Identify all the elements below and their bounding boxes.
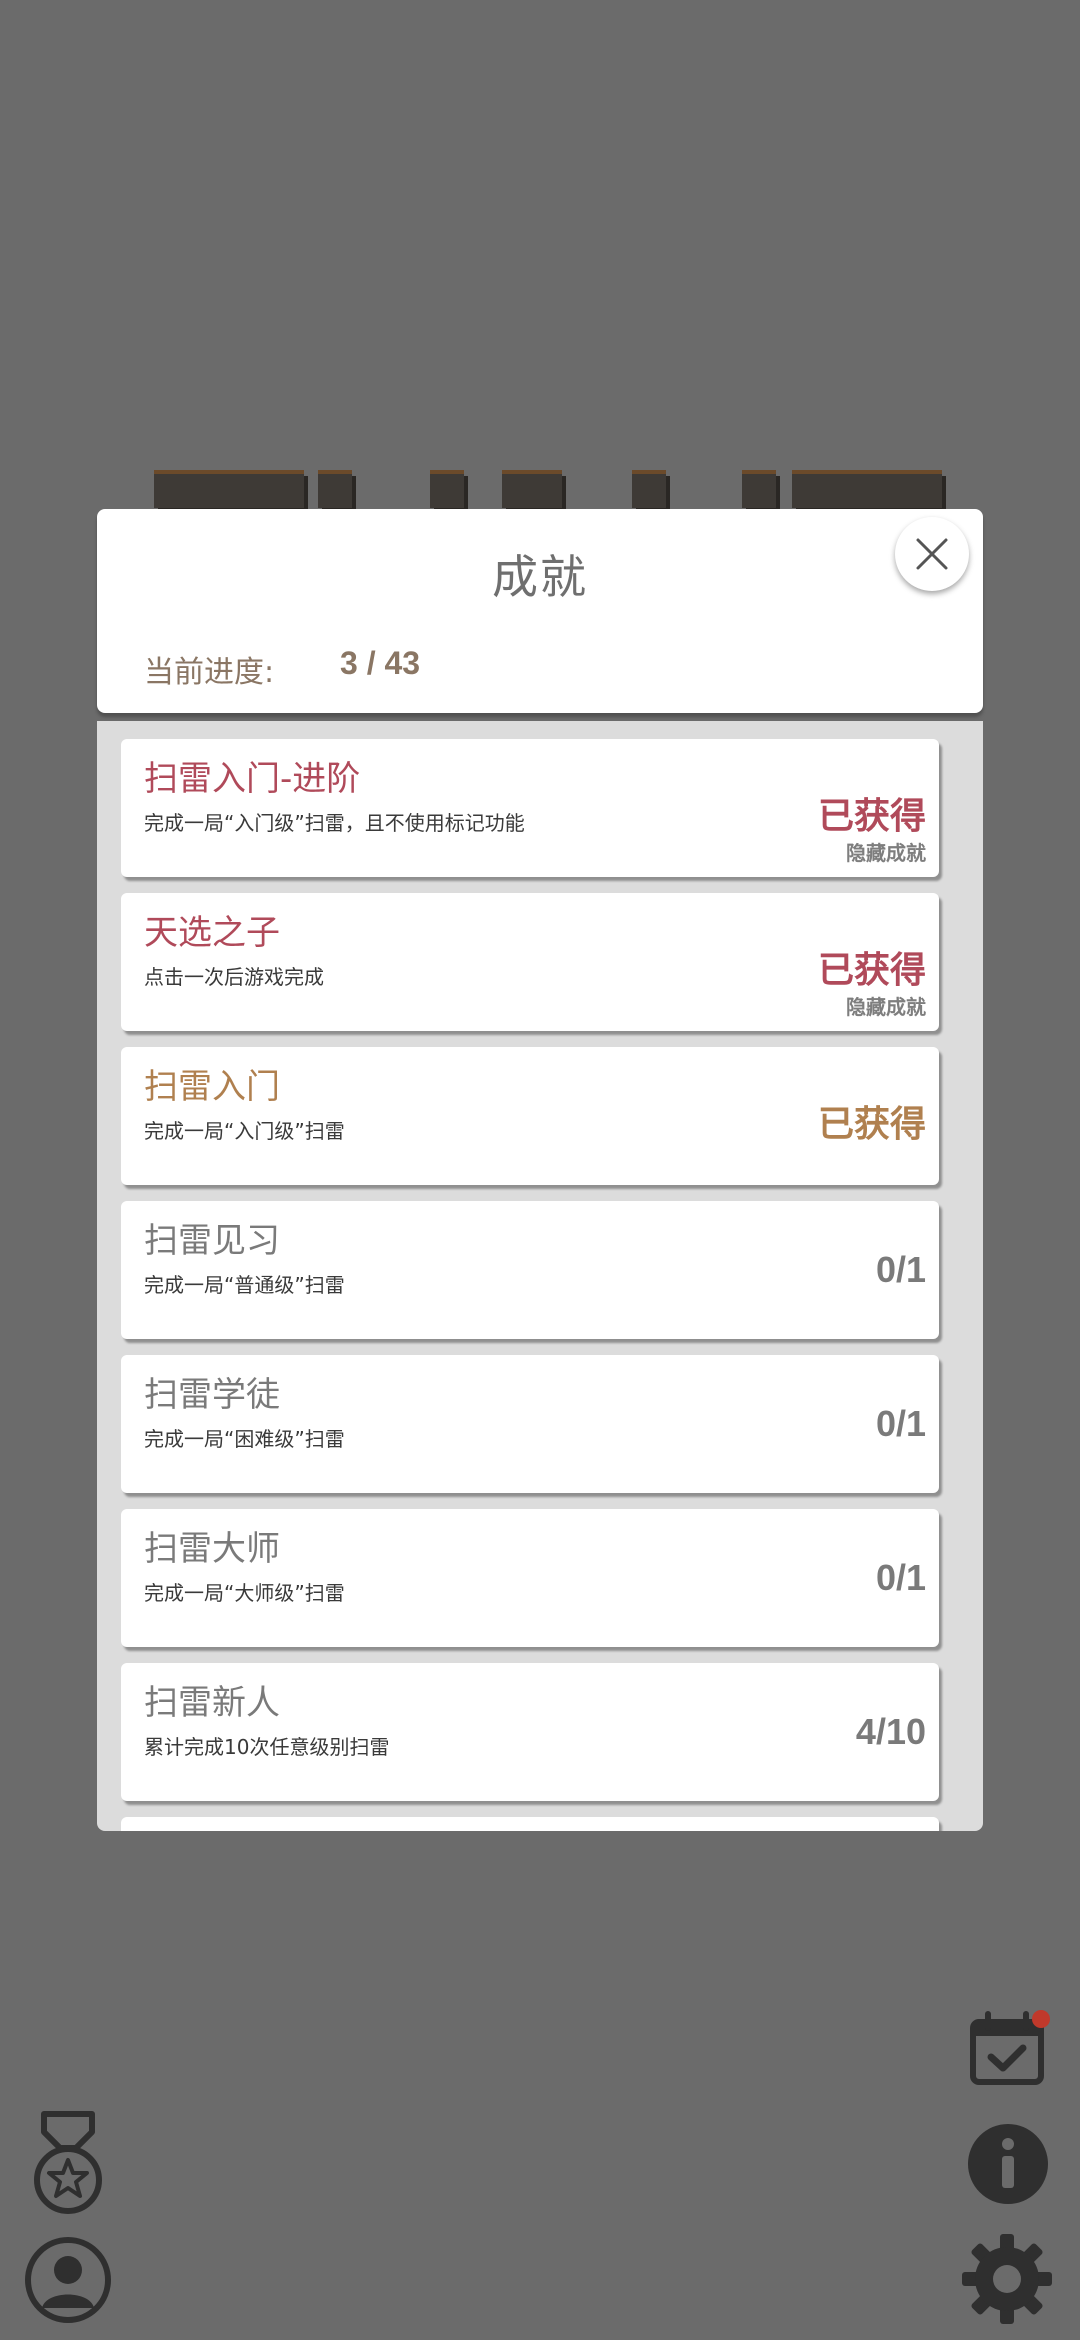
achievement-card[interactable]: 扫雷学徒 完成一局“困难级”扫雷 0/1 bbox=[121, 1355, 939, 1493]
progress-value: 3 / 43 bbox=[340, 645, 421, 681]
achievement-title: 天选之子 bbox=[144, 913, 280, 953]
achievement-list[interactable]: 扫雷入门-进阶 完成一局“入门级”扫雷，且不使用标记功能 已获得 隐藏成就 天选… bbox=[97, 721, 983, 1831]
achievement-card[interactable]: 天选之子 点击一次后游戏完成 已获得 隐藏成就 bbox=[121, 893, 939, 1031]
info-button[interactable] bbox=[966, 2122, 1050, 2206]
info-icon bbox=[968, 2124, 1048, 2204]
achievement-card[interactable]: 扫雷入门-进阶 完成一局“入门级”扫雷，且不使用标记功能 已获得 隐藏成就 bbox=[121, 739, 939, 877]
achievement-progress: 0/1 bbox=[875, 1403, 926, 1444]
notification-dot bbox=[1032, 2010, 1050, 2028]
achievement-desc: 完成一局“入门级”扫雷，且不使用标记功能 bbox=[144, 811, 525, 835]
achievement-progress: 4/10 bbox=[855, 1711, 926, 1752]
achievement-progress: 0/1 bbox=[875, 1249, 926, 1290]
achievement-status: 已获得 bbox=[817, 795, 926, 836]
achievement-desc: 累计完成10次任意级别扫雷 bbox=[144, 1735, 390, 1759]
medal-icon bbox=[34, 2111, 102, 2214]
gear-icon bbox=[962, 2234, 1052, 2324]
user-icon bbox=[25, 2237, 111, 2323]
close-button[interactable] bbox=[895, 517, 969, 591]
achievement-title: 扫雷入门 bbox=[144, 1067, 280, 1107]
profile-button[interactable] bbox=[24, 2236, 112, 2324]
achievement-desc: 点击一次后游戏完成 bbox=[144, 965, 324, 989]
achievements-modal: 成就 当前进度: 3 / 43 扫雷入门-进阶 完成一局“入门级”扫雷，且不使用… bbox=[97, 509, 983, 1831]
modal-header: 成就 当前进度: 3 / 43 bbox=[97, 509, 983, 713]
achievement-card[interactable]: 扫雷见习 完成一局“普通级”扫雷 0/1 bbox=[121, 1201, 939, 1339]
hidden-achievement-label: 隐藏成就 bbox=[846, 841, 926, 865]
modal-title: 成就 bbox=[492, 550, 588, 604]
achievement-desc: 完成一局“普通级”扫雷 bbox=[144, 1273, 345, 1297]
achievement-title: 扫雷入门-进阶 bbox=[144, 759, 361, 799]
achievement-title: 扫雷见习 bbox=[144, 1221, 280, 1261]
achievement-status: 已获得 bbox=[817, 949, 926, 990]
achievement-card[interactable]: 扫雷入门 完成一局“入门级”扫雷 已获得 bbox=[121, 1047, 939, 1185]
achievement-card[interactable]: 扫雷大师 完成一局“大师级”扫雷 0/1 bbox=[121, 1509, 939, 1647]
close-icon bbox=[916, 538, 948, 570]
achievement-card-partial[interactable] bbox=[121, 1817, 939, 1831]
achievement-desc: 完成一局“困难级”扫雷 bbox=[144, 1427, 345, 1451]
achievements-button[interactable] bbox=[30, 2110, 106, 2216]
achievement-status: 已获得 bbox=[817, 1103, 926, 1144]
achievement-title: 扫雷大师 bbox=[144, 1529, 280, 1569]
hidden-achievement-label: 隐藏成就 bbox=[846, 995, 926, 1019]
achievement-title: 扫雷新人 bbox=[144, 1683, 280, 1723]
progress-label: 当前进度: bbox=[144, 655, 275, 690]
settings-button[interactable] bbox=[960, 2232, 1054, 2326]
achievement-desc: 完成一局“入门级”扫雷 bbox=[144, 1119, 345, 1143]
achievement-card[interactable]: 扫雷新人 累计完成10次任意级别扫雷 4/10 bbox=[121, 1663, 939, 1801]
achievement-desc: 完成一局“大师级”扫雷 bbox=[144, 1581, 345, 1605]
achievement-title: 扫雷学徒 bbox=[144, 1375, 280, 1415]
achievement-progress: 0/1 bbox=[875, 1557, 926, 1598]
background-title bbox=[150, 462, 950, 510]
